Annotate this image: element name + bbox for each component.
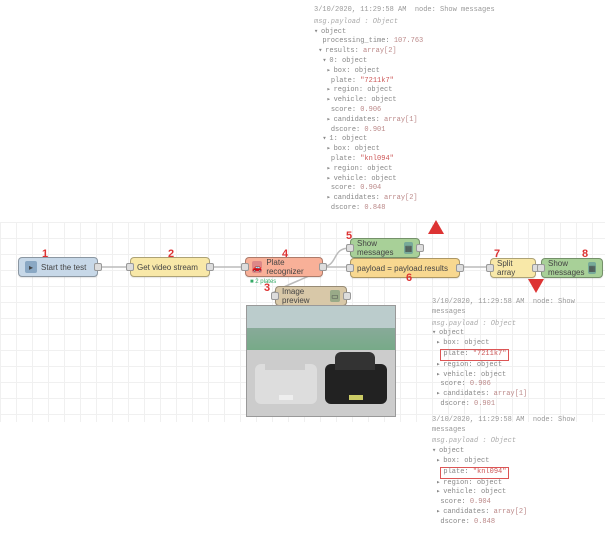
step-label-7: 7 <box>494 248 500 260</box>
image-icon: ▭ <box>330 290 340 302</box>
car-icon: 🚗 <box>252 261 262 273</box>
split-label: Split array <box>497 259 529 277</box>
step-label-2: 2 <box>168 248 174 260</box>
http-label: Get video stream <box>137 263 198 272</box>
port[interactable] <box>537 264 545 272</box>
port[interactable] <box>319 263 327 271</box>
step-label-4: 4 <box>282 248 288 260</box>
debug-label: Show messages <box>357 239 400 257</box>
car-black <box>325 364 387 404</box>
inject-label: Start the test <box>41 263 86 272</box>
port[interactable] <box>206 263 214 271</box>
debug-timestamp: 3/10/2020, 11:29:58 AM <box>314 6 406 14</box>
port[interactable] <box>343 292 351 300</box>
port[interactable] <box>416 244 424 252</box>
debug-node-right[interactable]: Show messages ▦ <box>541 258 603 278</box>
port[interactable] <box>241 263 249 271</box>
step-label-6: 6 <box>406 272 412 284</box>
port[interactable] <box>346 264 354 272</box>
arrow-down-icon <box>528 279 544 293</box>
debug-node-top[interactable]: Show messages ▦ <box>350 238 420 258</box>
image-label: Image preview <box>282 287 326 305</box>
debug-node: node: Show messages <box>415 6 495 14</box>
image-preview <box>246 305 396 417</box>
port[interactable] <box>271 292 279 300</box>
function-node[interactable]: payload = payload.results <box>350 258 460 278</box>
port[interactable] <box>126 263 134 271</box>
inject-node[interactable]: ▸ Start the test <box>18 257 98 277</box>
split-node[interactable]: Split array <box>490 258 536 278</box>
port[interactable] <box>346 244 354 252</box>
http-node[interactable]: Get video stream <box>130 257 210 277</box>
arrow-up-icon <box>428 220 444 234</box>
debug-payload-type: msg.payload : Object <box>314 18 514 28</box>
debug-label: Show messages <box>548 259 585 277</box>
step-label-3: 3 <box>264 282 270 294</box>
port[interactable] <box>94 263 102 271</box>
debug-icon: ▦ <box>404 242 413 254</box>
step-label-8: 8 <box>582 248 588 260</box>
debug-output-bottom: 3/10/2020, 11:29:58 AM node: Show messag… <box>432 298 602 528</box>
inject-icon: ▸ <box>25 261 37 273</box>
step-label-1: 1 <box>42 248 48 260</box>
plate-label: Plate recognizer <box>266 258 316 276</box>
debug-icon: ▦ <box>588 262 596 274</box>
port[interactable] <box>456 264 464 272</box>
car-silver <box>255 364 317 404</box>
plate-recognizer-node[interactable]: 🚗 Plate recognizer 2 plates <box>245 257 323 277</box>
function-label: payload = payload.results <box>357 264 448 273</box>
image-preview-node[interactable]: Image preview ▭ <box>275 286 347 306</box>
debug-output-top: 3/10/2020, 11:29:58 AM node: Show messag… <box>314 6 514 214</box>
step-label-5: 5 <box>346 230 352 242</box>
port[interactable] <box>486 264 494 272</box>
